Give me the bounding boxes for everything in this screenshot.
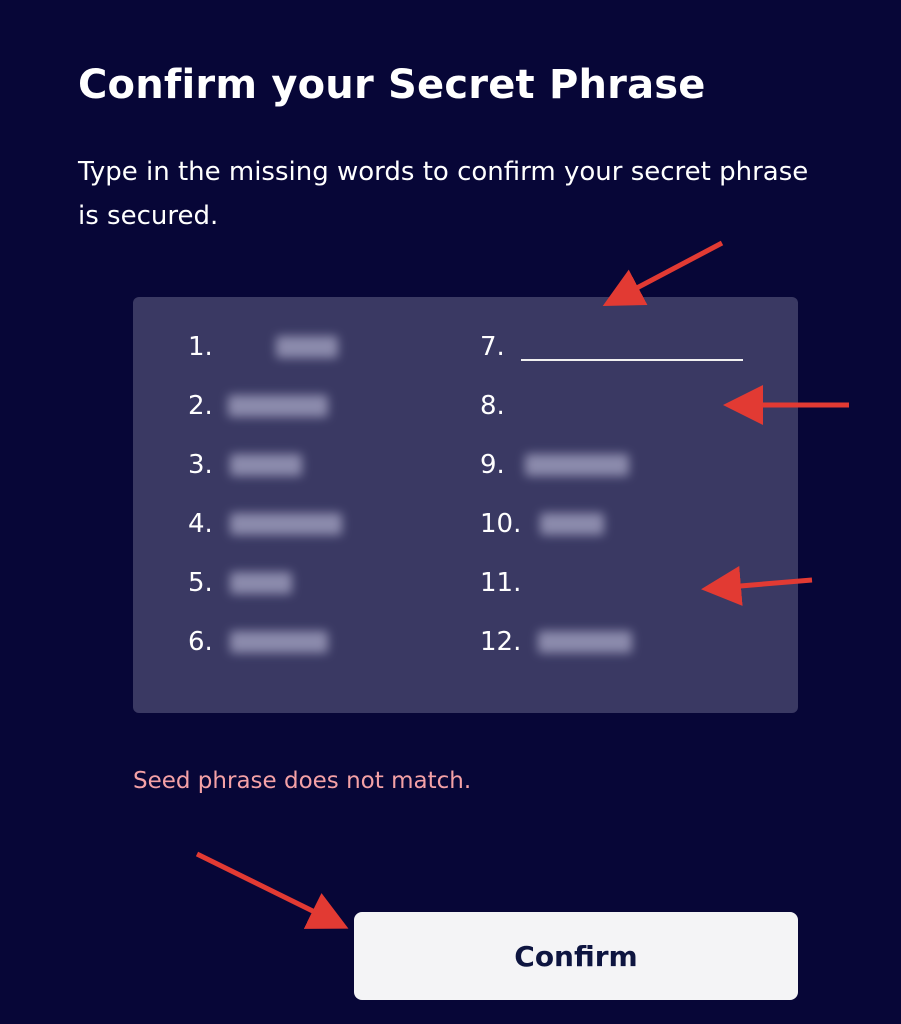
- word-7-input[interactable]: [521, 335, 743, 361]
- phrase-word-5: 5.: [188, 563, 428, 603]
- word-number: 12.: [480, 627, 522, 657]
- blurred-word: [228, 395, 328, 417]
- red-arrow-icon: [602, 240, 724, 307]
- blurred-word: [276, 336, 338, 358]
- page-subtitle: Type in the missing words to confirm you…: [78, 157, 809, 231]
- word-number: 8.: [480, 391, 505, 421]
- word-11-input[interactable]: [521, 571, 743, 597]
- word-number: 6.: [188, 627, 213, 657]
- phrase-word-9: 9.: [480, 445, 780, 485]
- phrase-word-3: 3.: [188, 445, 428, 485]
- confirm-button[interactable]: Confirm: [354, 912, 798, 1000]
- word-number: 11.: [480, 568, 522, 598]
- word-number: 9.: [480, 450, 505, 480]
- page-title: Confirm your Secret Phrase: [78, 62, 706, 108]
- blurred-word: [540, 513, 604, 535]
- error-message: Seed phrase does not match.: [133, 768, 472, 794]
- phrase-word-10: 10.: [480, 504, 780, 544]
- phrase-word-11: 11.: [480, 563, 780, 603]
- phrase-word-1: 1.: [188, 327, 428, 367]
- phrase-word-4: 4.: [188, 504, 428, 544]
- blurred-word: [230, 631, 328, 653]
- secret-phrase-card: 1. 2. 3. 4. 5. 6. 7. 8. 9. 10. 11. 12.: [133, 297, 798, 713]
- word-number: 3.: [188, 450, 213, 480]
- word-number: 5.: [188, 568, 213, 598]
- blurred-word: [230, 454, 302, 476]
- word-number: 10.: [480, 509, 522, 539]
- confirm-secret-phrase-screen: Confirm your Secret Phrase Type in the m…: [0, 0, 901, 1024]
- word-number: 1.: [188, 332, 213, 362]
- phrase-word-2: 2.: [188, 386, 428, 426]
- phrase-word-6: 6.: [188, 622, 428, 662]
- blurred-word: [230, 513, 342, 535]
- word-number: 7.: [480, 332, 505, 362]
- blurred-word: [538, 631, 632, 653]
- blurred-word: [230, 572, 292, 594]
- word-8-input[interactable]: [521, 394, 743, 420]
- word-number: 2.: [188, 391, 213, 421]
- phrase-word-12: 12.: [480, 622, 780, 662]
- phrase-word-8: 8.: [480, 386, 780, 426]
- blurred-word: [525, 454, 629, 476]
- word-number: 4.: [188, 509, 213, 539]
- red-arrow-icon: [195, 851, 349, 929]
- phrase-word-7: 7.: [480, 327, 780, 367]
